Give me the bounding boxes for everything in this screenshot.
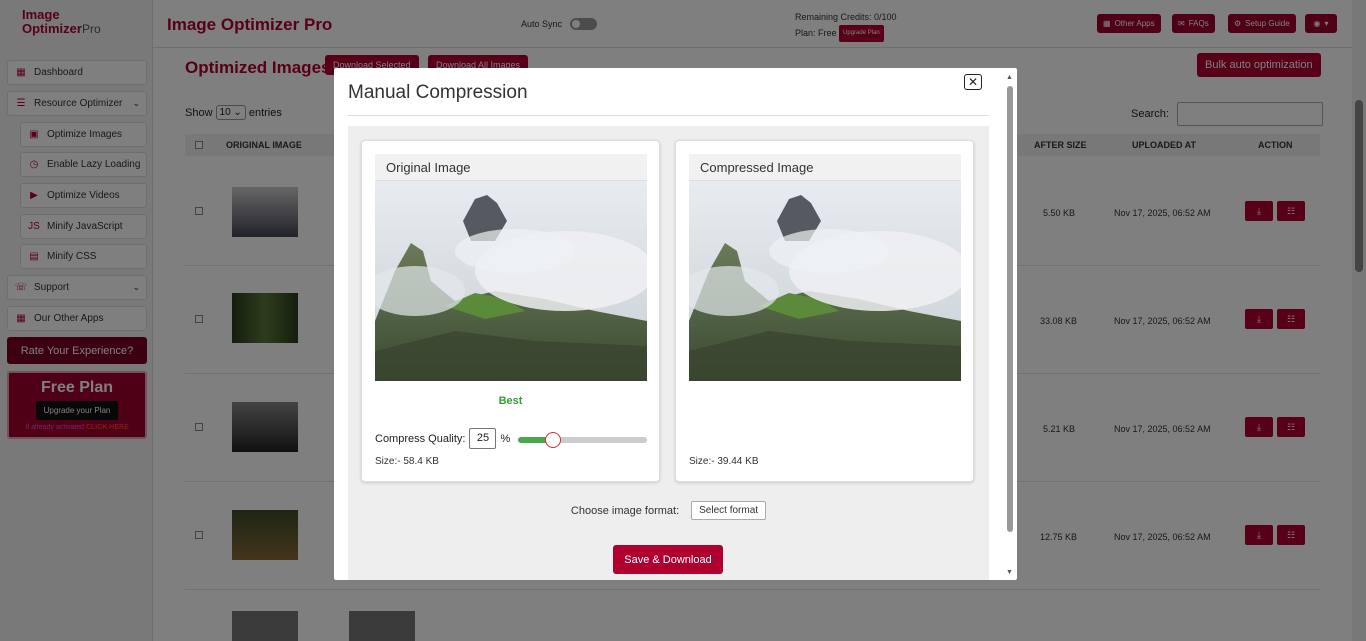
modal-scrollbar[interactable]: ▲ ▼ — [1005, 74, 1015, 576]
original-image — [375, 181, 647, 381]
compressed-image — [689, 181, 961, 381]
quality-label: Best — [498, 395, 523, 407]
format-label: Choose image format: — [570, 504, 680, 517]
compressed-image-card: Compressed Image Size:- 39.44 KB — [675, 140, 974, 482]
compressed-image-header: Compressed Image — [689, 154, 961, 181]
close-icon[interactable]: ✕ — [964, 74, 982, 90]
quality-slider[interactable] — [518, 432, 647, 448]
mountain-landscape-image — [375, 181, 647, 381]
quality-slider-handle[interactable] — [544, 432, 561, 448]
original-image-card: Original Image Best Compress Quality: 25… — [361, 140, 660, 482]
compressed-size: Size:- 39.44 KB — [689, 456, 759, 467]
select-format-button[interactable]: Select format — [691, 501, 767, 520]
original-image-header: Original Image — [375, 154, 647, 181]
modal-scrollbar-thumb[interactable] — [1007, 86, 1013, 532]
mountain-landscape-image — [689, 181, 961, 381]
compress-quality-control: Compress Quality: 25% — [375, 428, 510, 449]
manual-compression-modal: Manual Compression ✕ Original Image Best… — [334, 68, 1017, 580]
modal-divider — [348, 115, 989, 116]
percent-label: % — [500, 432, 511, 445]
scroll-up-icon[interactable]: ▲ — [1006, 74, 1013, 81]
save-download-button[interactable]: Save & Download — [613, 545, 723, 574]
quality-input[interactable]: 25 — [469, 428, 497, 449]
modal-title: Manual Compression — [348, 82, 528, 103]
compress-quality-label: Compress Quality: — [375, 432, 466, 445]
modal-body: Original Image Best Compress Quality: 25… — [348, 126, 989, 580]
image-format-row: Choose image format: Select format — [348, 501, 989, 520]
scroll-down-icon[interactable]: ▼ — [1006, 569, 1013, 576]
original-size: Size:- 58.4 KB — [375, 456, 439, 467]
